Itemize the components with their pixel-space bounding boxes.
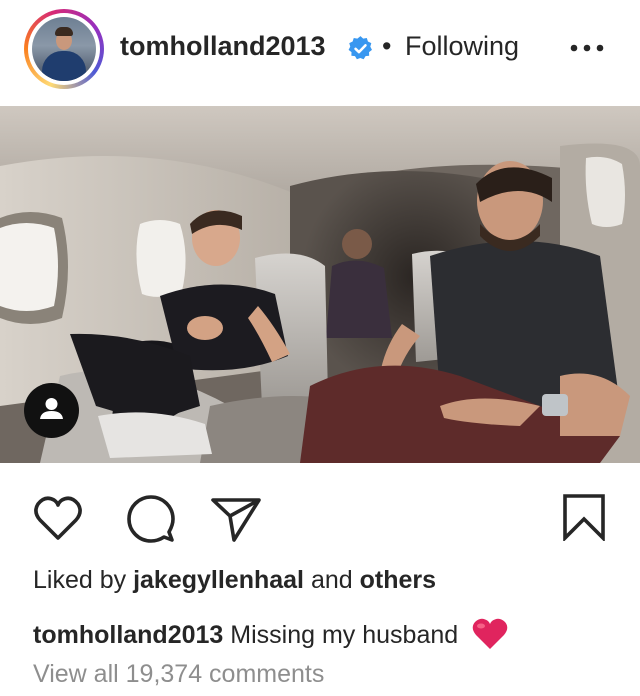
username-link[interactable]: tomholland2013 xyxy=(120,31,326,62)
more-horizontal-icon[interactable] xyxy=(570,44,604,52)
save-bookmark-icon[interactable] xyxy=(562,493,606,541)
share-direct-icon[interactable] xyxy=(210,496,262,542)
red-heart-emoji-icon xyxy=(472,618,508,649)
comment-icon[interactable] xyxy=(124,494,176,544)
view-all-comments-link[interactable]: View all 19,374 comments xyxy=(33,660,324,689)
header-separator: • xyxy=(382,31,392,61)
user-tag-icon xyxy=(40,398,63,419)
post-caption: tomholland2013 Missing my husband xyxy=(33,617,509,651)
post-photo[interactable] xyxy=(0,106,640,463)
tagged-users-button[interactable] xyxy=(24,383,79,438)
following-button[interactable]: Following xyxy=(405,31,519,62)
likes-summary[interactable]: Liked by jakegyllenhaal and others xyxy=(33,566,436,595)
liked-by-username[interactable]: jakegyllenhaal xyxy=(133,566,304,594)
caption-text: Missing my husband xyxy=(230,621,459,649)
post-header: tomholland2013 • Following xyxy=(0,0,640,100)
jet-cabin-photo xyxy=(0,106,640,463)
like-heart-icon[interactable] xyxy=(32,494,84,542)
caption-username[interactable]: tomholland2013 xyxy=(33,621,223,649)
avatar-story-ring[interactable] xyxy=(24,9,104,89)
likes-others-link[interactable]: others xyxy=(360,566,436,594)
avatar[interactable] xyxy=(32,17,96,81)
verified-badge-icon xyxy=(348,36,372,60)
